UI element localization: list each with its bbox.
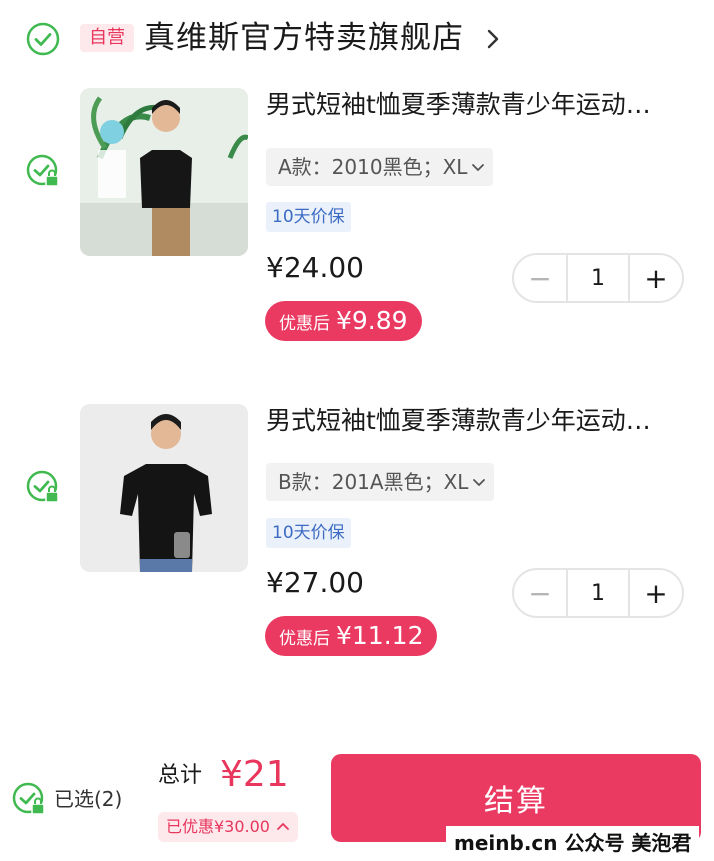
saved-amount: 已优惠¥30.00 [166, 817, 270, 836]
quantity-value[interactable]: 1 [566, 255, 630, 301]
price-protection-tag: 10天价保 [266, 518, 351, 548]
discount-detail-toggle[interactable]: 已优惠¥30.00 [158, 812, 298, 842]
plus-icon[interactable]: + [630, 255, 682, 301]
product-image[interactable] [80, 404, 248, 572]
product-title[interactable]: 男式短袖t恤夏季薄款青少年运动… [266, 86, 686, 124]
plus-icon[interactable]: + [630, 570, 682, 616]
store-header: 自营 真维斯官方特卖旗舰店 [0, 0, 714, 80]
chevron-right-icon[interactable] [483, 26, 503, 52]
price-protection-tag: 10天价保 [266, 202, 351, 232]
price: ¥27.00 [266, 566, 364, 599]
sku-selector[interactable]: B款：201A黑色；XL [266, 463, 495, 501]
deal-price-pill: 优惠后 ¥11.12 [265, 616, 438, 656]
chevron-down-icon [473, 479, 486, 486]
product-image[interactable] [80, 88, 248, 256]
store-name[interactable]: 真维斯官方特卖旗舰店 [144, 14, 464, 62]
store-check-circle-icon[interactable] [26, 22, 60, 56]
quantity-value[interactable]: 1 [566, 570, 630, 616]
deal-price-pill: 优惠后 ¥9.89 [265, 301, 422, 341]
watermark-text: meinb.cn 公众号 美泡君 [446, 826, 700, 861]
chevron-up-icon [277, 823, 289, 830]
deal-price: ¥9.89 [336, 306, 408, 335]
deal-label: 优惠后 [279, 629, 330, 649]
self-operated-badge: 自营 [80, 24, 134, 52]
item-check-lock-icon[interactable] [26, 154, 60, 188]
sku-label: B款：201A黑色；XL [278, 470, 469, 494]
minus-icon[interactable]: − [514, 570, 566, 616]
select-all-check-lock-icon[interactable] [12, 782, 46, 816]
product-title[interactable]: 男式短袖t恤夏季薄款青少年运动… [266, 402, 686, 440]
deal-label: 优惠后 [279, 314, 330, 334]
minus-icon[interactable]: − [514, 255, 566, 301]
item-check-lock-icon[interactable] [26, 470, 60, 504]
quantity-stepper: − 1 + [512, 568, 684, 618]
chevron-down-icon [472, 164, 485, 171]
quantity-stepper: − 1 + [512, 253, 684, 303]
selected-count[interactable]: 已选(2) [54, 784, 122, 814]
total-label: 总计 [158, 763, 203, 788]
deal-price: ¥11.12 [336, 621, 424, 650]
sku-selector[interactable]: A款：2010黑色；XL [266, 148, 494, 186]
sku-label: A款：2010黑色；XL [278, 155, 468, 179]
total-value: ¥21 [220, 754, 289, 795]
price: ¥24.00 [266, 251, 364, 284]
